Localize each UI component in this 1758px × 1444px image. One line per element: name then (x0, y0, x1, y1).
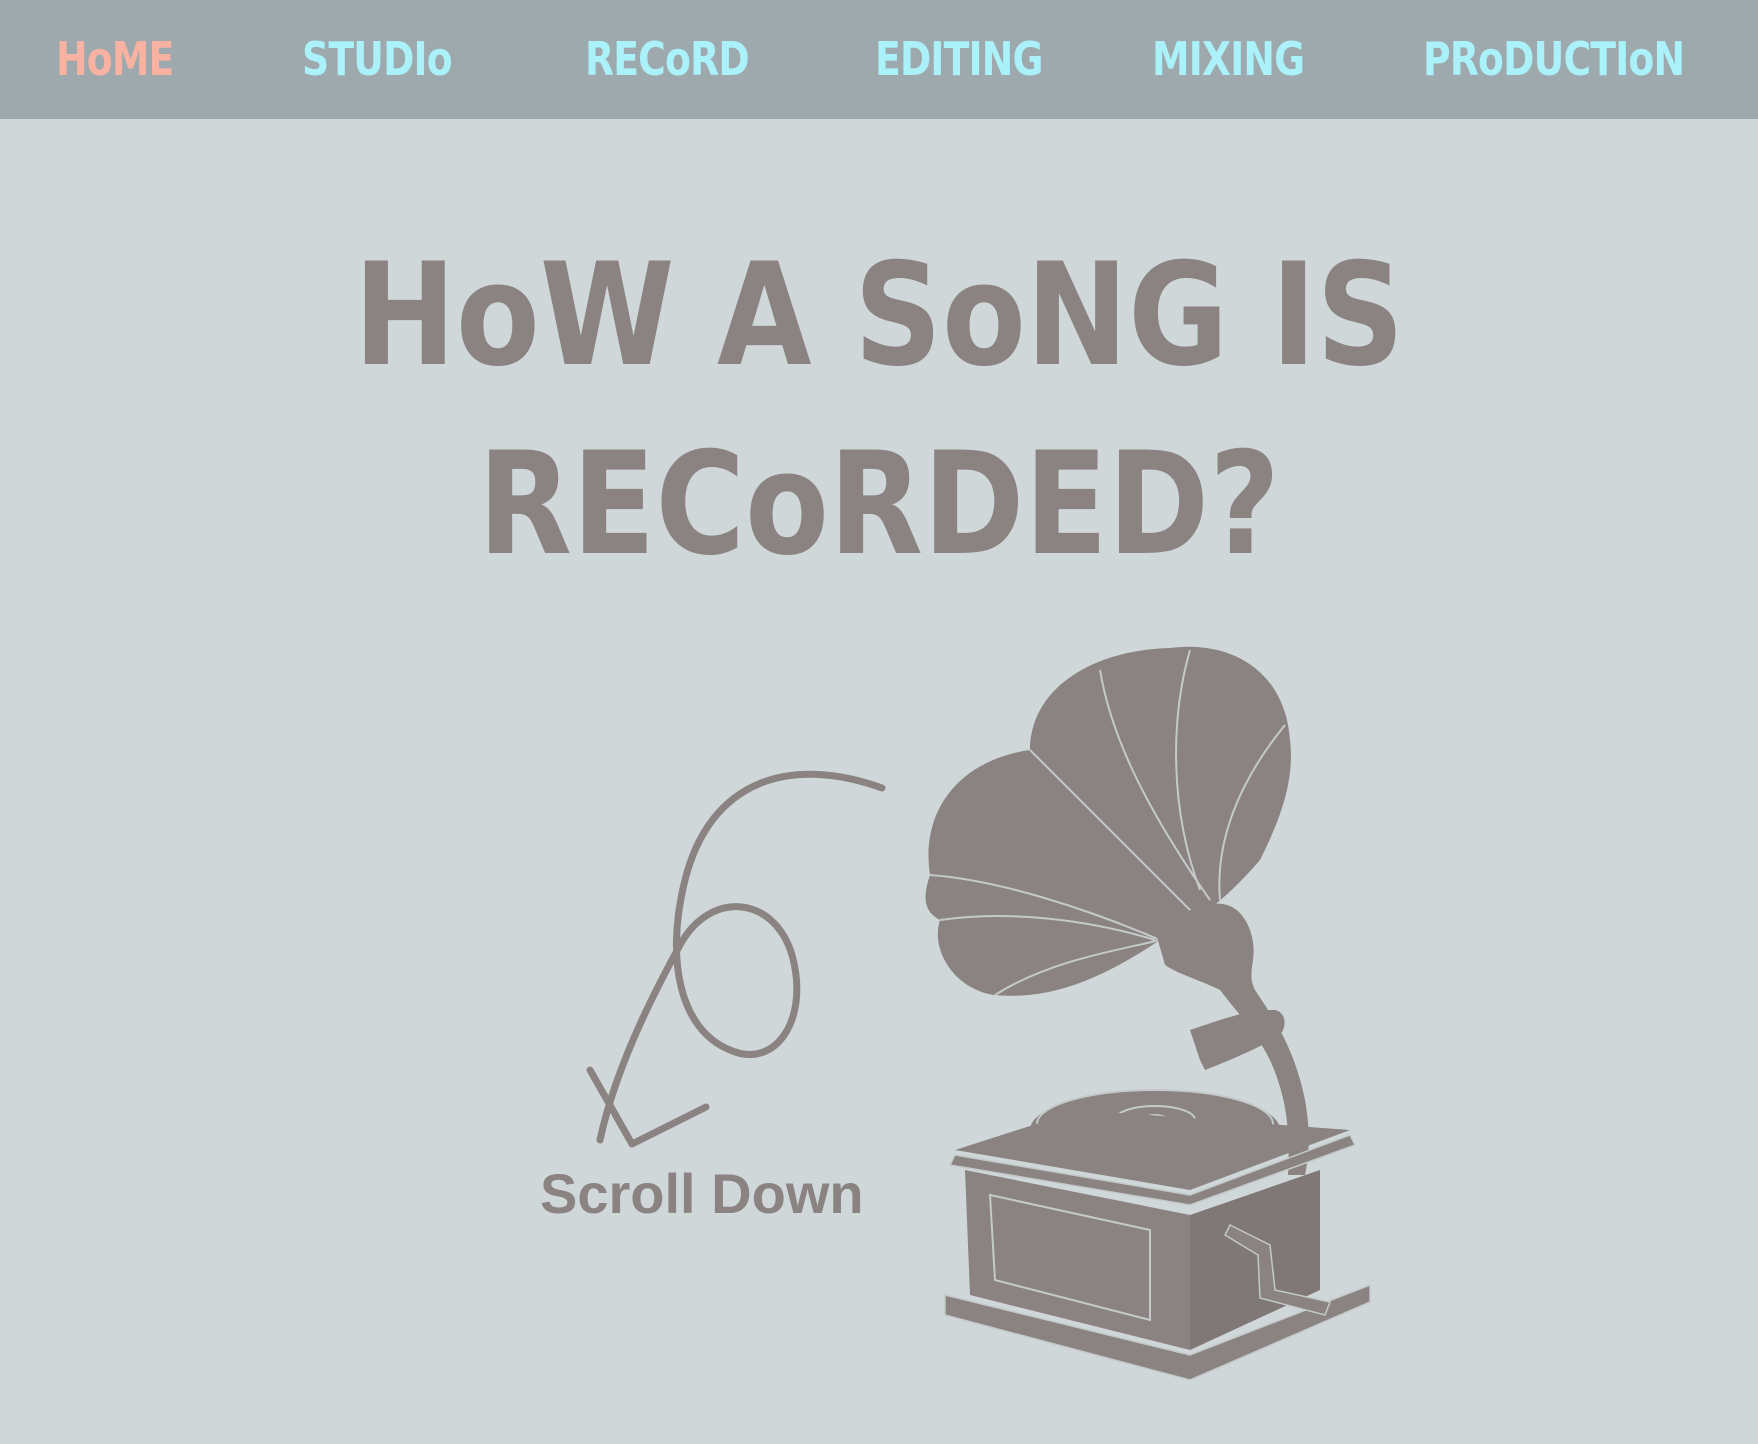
nav-link-editing[interactable]: EDITING (875, 0, 1043, 119)
nav-link-studio[interactable]: STUDIo (302, 0, 453, 119)
scroll-down-label[interactable]: Scroll Down (540, 1160, 864, 1228)
gramophone-icon (925, 646, 1371, 1381)
nav-link-home[interactable]: HoME (56, 0, 174, 119)
hero-title-line-2: RECoRDED? (477, 422, 1281, 587)
hero-title-line-1: HoW A SoNG IS (353, 233, 1405, 398)
curly-down-arrow-icon (586, 770, 886, 1148)
nav-link-mixing[interactable]: MIXING (1152, 0, 1305, 119)
top-navigation: HoME STUDIo RECoRD EDITING MIXING PRoDUC… (0, 0, 1758, 119)
nav-link-record[interactable]: RECoRD (585, 0, 750, 119)
nav-link-production[interactable]: PRoDUCTIoN (1423, 0, 1685, 119)
